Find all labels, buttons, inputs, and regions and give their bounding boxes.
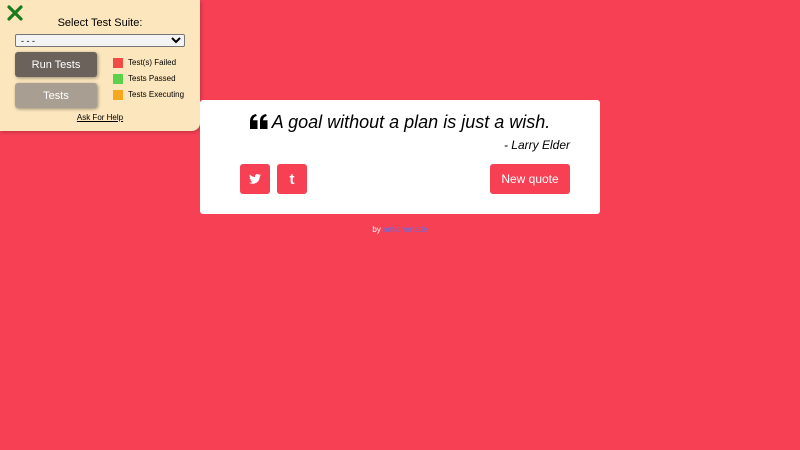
legend-failed: Test(s) Failed	[113, 57, 176, 68]
legend-executing: Tests Executing	[113, 89, 184, 100]
footer: by antiaremade	[0, 225, 800, 234]
legend-passed: Tests Passed	[113, 73, 176, 84]
tweet-button[interactable]	[240, 164, 270, 194]
quote-left-icon	[249, 114, 268, 129]
failed-swatch	[113, 57, 123, 68]
quote-author: - Larry Elder	[503, 138, 570, 152]
footer-prefix: by	[372, 225, 384, 234]
quote-line: A goal without a plan is just a wish.	[200, 112, 600, 133]
test-suite-select[interactable]: - - -	[15, 34, 185, 47]
new-quote-button[interactable]: New quote	[490, 164, 570, 194]
passed-swatch	[113, 73, 123, 84]
suite-title: Select Test Suite:	[57, 17, 143, 29]
tumblr-button[interactable]: t	[277, 164, 307, 194]
legend-passed-label: Tests Passed	[128, 74, 176, 83]
footer-author-link[interactable]: antiaremade	[383, 225, 427, 234]
tumblr-icon: t	[289, 170, 295, 188]
legend-executing-label: Tests Executing	[128, 90, 185, 99]
run-tests-button[interactable]: Run Tests	[15, 52, 97, 77]
executing-swatch	[113, 89, 123, 100]
twitter-icon	[249, 174, 261, 184]
legend-failed-label: Test(s) Failed	[128, 58, 177, 67]
quote-box: A goal without a plan is just a wish. - …	[200, 100, 600, 214]
ask-for-help-link[interactable]: Ask For Help	[0, 113, 200, 122]
tests-button[interactable]: Tests	[15, 83, 97, 108]
quote-text: A goal without a plan is just a wish.	[271, 112, 551, 132]
test-suite-panel: Select Test Suite: - - - Run Tests Tests…	[0, 0, 200, 131]
